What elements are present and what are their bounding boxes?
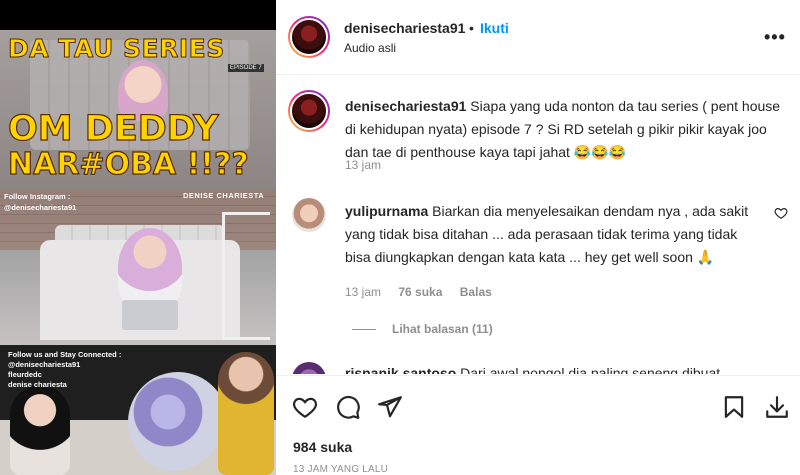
follow-instagram-label: Follow Instagram :: [4, 192, 71, 201]
share-paper-plane-icon[interactable]: [377, 394, 403, 420]
media-shelf: [222, 212, 270, 340]
caption: denisechariesta91 Siapa yang uda nonton …: [345, 95, 790, 164]
follow-stay-fleur: fleurdedc: [8, 370, 42, 379]
follow-stay-instagram: @denisechariesta91: [8, 360, 81, 369]
media-title-3: NAR#OBA !!??: [7, 146, 249, 182]
comments-section[interactable]: denisechariesta91 Siapa yang uda nonton …: [276, 76, 800, 374]
post-actions: 984 suka 13 JAM YANG LALU: [276, 375, 800, 475]
follow-stay-youtube: denise chariesta: [8, 380, 67, 389]
comment-likes[interactable]: 76 suka: [398, 285, 442, 299]
like-heart-icon[interactable]: [292, 394, 318, 420]
post-header: denisechariesta91 • Ikuti Audio asli •••: [276, 0, 800, 75]
follow-instagram-handle: @denisechariesta91: [4, 203, 77, 212]
media-person-3: [10, 385, 70, 475]
post-timestamp[interactable]: 13 JAM YANG LALU: [293, 464, 388, 475]
comment: yulipurnama Biarkan dia menyelesaikan de…: [345, 200, 757, 269]
media-person-4: [218, 352, 274, 475]
media-follow-stay: Follow us and Stay Connected : @denisech…: [8, 350, 121, 390]
comment-reply-button[interactable]: Balas: [460, 285, 492, 299]
comment-username[interactable]: yulipurnama: [345, 203, 428, 219]
media-follow-instagram: Follow Instagram : @denisechariesta91: [4, 191, 76, 213]
header-separator: •: [469, 20, 474, 36]
media-title-2: OM DEDDY: [7, 109, 219, 149]
post-media[interactable]: DA TAU SERIES EPISODE 7 OM DEDDY NAR#OBA…: [0, 0, 276, 475]
comment-2: risnanik.santoso Dari awal nongol dia pa…: [345, 363, 790, 374]
author-username[interactable]: denisechariesta91: [344, 20, 465, 36]
comment-bubble-icon[interactable]: [335, 394, 361, 420]
view-replies-button[interactable]: Lihat balasan (11): [352, 322, 493, 336]
comment-2-username[interactable]: risnanik.santoso: [345, 365, 456, 374]
follow-button[interactable]: Ikuti: [480, 20, 509, 36]
post-likes-count[interactable]: 984 suka: [293, 439, 352, 455]
caption-time[interactable]: 13 jam: [345, 158, 381, 172]
media-episode-tag: EPISODE 7: [228, 64, 264, 72]
caption-avatar[interactable]: [288, 90, 330, 132]
download-icon[interactable]: [764, 394, 790, 420]
media-top-bar: [0, 0, 276, 30]
media-flower-bouquet: [128, 372, 228, 472]
more-options-icon[interactable]: •••: [764, 27, 786, 48]
media-title-1: DA TAU SERIES: [8, 34, 225, 64]
comment-time[interactable]: 13 jam: [345, 285, 381, 299]
comment-like-heart-icon[interactable]: [774, 206, 788, 220]
bookmark-icon[interactable]: [721, 394, 747, 420]
follow-stay-label: Follow us and Stay Connected :: [8, 350, 122, 359]
audio-label[interactable]: Audio asli: [344, 41, 396, 55]
media-channel-logo: DENISE CHARIESTA: [183, 191, 265, 200]
post-side-panel: denisechariesta91 • Ikuti Audio asli •••…: [276, 0, 800, 475]
caption-username[interactable]: denisechariesta91: [345, 98, 466, 114]
media-laptop: [122, 300, 178, 330]
replies-divider: [352, 329, 376, 331]
view-replies-label: Lihat balasan (11): [392, 322, 493, 336]
media-person-2: [118, 228, 182, 308]
comment-avatar[interactable]: [292, 198, 326, 232]
author-avatar[interactable]: [288, 16, 330, 58]
comment-meta: 13 jam 76 suka Balas: [345, 285, 506, 299]
comment-2-text: Dari awal nongol dia paling seneng dibua…: [460, 365, 721, 374]
comment-avatar-2[interactable]: [292, 362, 326, 374]
